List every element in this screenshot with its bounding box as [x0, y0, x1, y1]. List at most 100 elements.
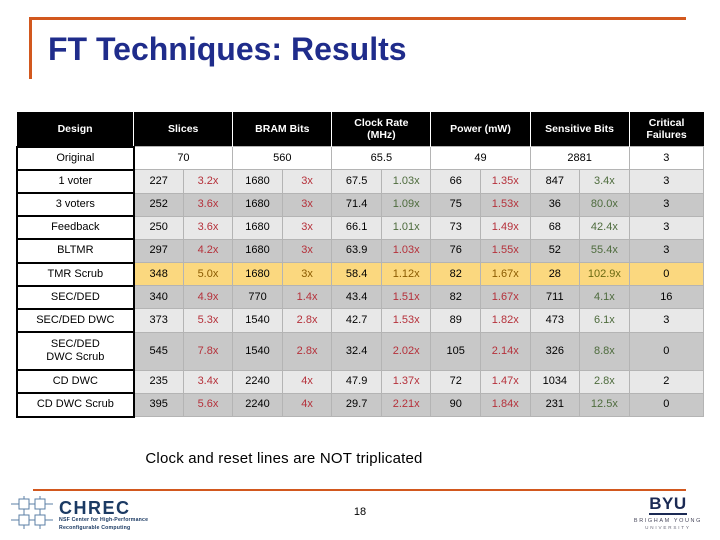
- byu-tagline-line2: UNIVERSITY: [645, 525, 691, 530]
- cell-slices-ratio: 3.6x: [182, 192, 234, 217]
- cell-bram-ratio: 1.4x: [281, 285, 333, 310]
- cell-bram-ratio: 3x: [281, 262, 333, 287]
- column-header-slices: Slices: [133, 112, 233, 147]
- cell-slices-ratio: 7.8x: [182, 331, 234, 371]
- column-header-bram-bits: BRAM Bits: [232, 112, 332, 147]
- cell-slices-ratio: 5.3x: [182, 308, 234, 333]
- cell-slices-ratio: 4.2x: [182, 238, 234, 264]
- chrec-tagline-line2: Reconfigurable Computing: [59, 524, 131, 531]
- cell-sensitive-ratio: 12.5x: [579, 392, 630, 418]
- cell-critical-failures: 2: [628, 369, 705, 394]
- cell-clock: 71.4: [331, 192, 382, 217]
- cell-sensitive: 473: [529, 308, 581, 333]
- cell-bram: 2240: [232, 392, 283, 418]
- caption-note: Clock and reset lines are NOT triplicate…: [0, 450, 720, 467]
- cell-bram-ratio: 2.8x: [281, 331, 333, 371]
- table-row: Feedback 250 3.6x 1680 3x 66.1 1.01x 73 1.49x 68 4…: [16, 215, 705, 241]
- cell-design: Feedback: [16, 215, 135, 241]
- cell-clock: 43.4: [331, 285, 382, 310]
- cell-sensitive: 2881: [529, 146, 630, 171]
- cell-power: 75: [430, 192, 481, 217]
- cell-power-ratio: 1.82x: [479, 308, 531, 333]
- cell-clock-ratio: 1.12x: [380, 262, 432, 287]
- cell-slices: 297: [133, 238, 184, 264]
- cell-bram-ratio: 3x: [281, 169, 333, 194]
- critical-failures-line1: Critical: [648, 117, 685, 129]
- footer-divider: [33, 489, 686, 491]
- cell-sensitive: 231: [529, 392, 581, 418]
- cell-design: 3 voters: [16, 191, 135, 218]
- cell-bram: 770: [232, 285, 283, 310]
- cell-clock-ratio: 1.53x: [380, 308, 432, 333]
- clock-rate-line2: (MHz): [367, 129, 396, 142]
- cell-sensitive-ratio: 3.4x: [579, 169, 630, 194]
- cell-bram: 560: [232, 146, 333, 171]
- cell-sensitive-ratio: 55.4x: [579, 238, 630, 264]
- cell-critical-failures: 3: [628, 146, 705, 171]
- cell-sensitive: 326: [529, 331, 581, 371]
- cell-sensitive-ratio: 2.8x: [579, 369, 630, 394]
- cell-slices: 70: [133, 146, 234, 171]
- table-row: Original 70 560 65.5 49 2881 3: [16, 145, 705, 171]
- cell-critical-failures: 0: [628, 331, 705, 371]
- results-table: Design Slices BRAM Bits Clock Rate (MHz)…: [16, 112, 705, 418]
- cell-critical-failures: 0: [628, 392, 705, 418]
- cell-clock-ratio: 1.51x: [380, 285, 432, 310]
- cell-clock: 66.1: [331, 215, 382, 240]
- cell-clock-ratio: 2.21x: [380, 392, 432, 418]
- cell-sensitive: 711: [529, 285, 581, 310]
- cell-clock-ratio: 1.37x: [380, 369, 432, 394]
- cell-power: 82: [430, 285, 481, 310]
- table-row: BLTMR 297 4.2x 1680 3x 63.9 1.03x 76 1.55x 52 55.4…: [16, 238, 705, 264]
- table-row: CD DWC Scrub 395 5.6x 2240 4x 29.7 2.21x 90 1.84…: [16, 392, 705, 418]
- cell-bram: 1680: [232, 192, 283, 217]
- cell-power: 49: [430, 146, 531, 171]
- cell-slices: 252: [133, 192, 184, 217]
- table-row: CD DWC 235 3.4x 2240 4x 47.9 1.37x 72 1.47x 1034 2…: [16, 369, 705, 395]
- cell-design: SEC/DED DWC Scrub: [16, 331, 135, 372]
- table-row: TMR Scrub 348 5.0x 1680 3x 58.4 1.12x 82 1.67x 28…: [16, 261, 705, 287]
- cell-power: 105: [430, 331, 481, 371]
- cell-clock: 65.5: [331, 146, 432, 171]
- cell-bram: 1680: [232, 262, 283, 287]
- byu-name: BYU: [649, 494, 687, 515]
- table-row: SEC/DED 340 4.9x 770 1.4x 43.4 1.51x 82 1.67x 711…: [16, 284, 705, 310]
- cell-power-ratio: 1.84x: [479, 392, 531, 418]
- cell-sensitive: 68: [529, 215, 581, 240]
- cell-design: BLTMR: [16, 238, 135, 264]
- cell-critical-failures: 16: [628, 285, 705, 310]
- cell-critical-failures: 3: [628, 169, 705, 194]
- critical-failures-line2: Failures: [646, 129, 687, 142]
- column-header-critical-failures: Critical Failures: [628, 112, 704, 147]
- cell-power-ratio: 1.35x: [479, 169, 531, 194]
- cell-slices: 235: [133, 369, 184, 394]
- cell-clock: 42.7: [331, 308, 382, 333]
- cell-power: 89: [430, 308, 481, 333]
- cell-slices-ratio: 4.9x: [182, 285, 234, 310]
- cell-power: 76: [430, 238, 481, 264]
- cell-design: CD DWC Scrub: [16, 392, 135, 418]
- cell-slices-ratio: 5.0x: [182, 262, 234, 287]
- cell-bram-ratio: 2.8x: [281, 308, 333, 333]
- column-header-sensitive-bits: Sensitive Bits: [529, 112, 630, 147]
- cell-power-ratio: 1.49x: [479, 215, 531, 240]
- cell-sensitive-ratio: 102.9x: [579, 262, 630, 287]
- cell-clock-ratio: 1.03x: [380, 238, 432, 264]
- cell-clock: 63.9: [331, 238, 382, 264]
- cell-slices: 227: [133, 169, 184, 194]
- cell-clock-ratio: 1.01x: [380, 215, 432, 240]
- cell-sensitive: 847: [529, 169, 581, 194]
- cell-sensitive-ratio: 6.1x: [579, 308, 630, 333]
- clock-rate-line1: Clock Rate: [354, 117, 409, 129]
- cell-bram-ratio: 4x: [281, 369, 333, 394]
- table-row: SEC/DED DWC 373 5.3x 1540 2.8x 42.7 1.53x 89 1.8…: [16, 307, 705, 334]
- cell-slices: 373: [133, 308, 184, 333]
- cell-bram: 1680: [232, 169, 283, 194]
- cell-slices: 250: [133, 215, 184, 240]
- cell-critical-failures: 0: [628, 262, 705, 287]
- cell-design-line2: DWC Scrub: [46, 351, 105, 364]
- cell-design: Original: [16, 145, 135, 171]
- table-body: Original 70 560 65.5 49 2881 3 1 voter 227 3.2x 16…: [16, 145, 705, 418]
- cell-sensitive: 36: [529, 192, 581, 217]
- cell-design: SEC/DED: [16, 284, 135, 310]
